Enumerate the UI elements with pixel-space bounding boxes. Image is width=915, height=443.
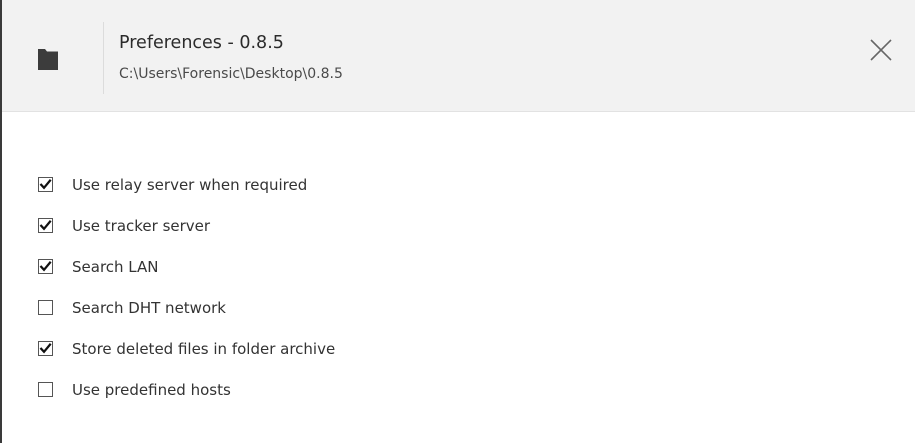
checkmark-icon [39,220,52,231]
option-store-deleted-files[interactable]: Store deleted files in folder archive [38,328,738,369]
checkmark-icon [39,261,52,272]
header-divider [103,22,104,94]
options-list: Use relay server when required Use track… [38,164,738,410]
checkbox[interactable] [38,177,53,192]
checkbox[interactable] [38,341,53,356]
dialog-header: Preferences - 0.8.5 C:\Users\Forensic\De… [2,0,915,112]
option-use-tracker-server[interactable]: Use tracker server [38,205,738,246]
checkbox[interactable] [38,382,53,397]
option-label: Use predefined hosts [72,380,231,399]
folder-icon [38,43,58,71]
option-label: Search LAN [72,257,159,276]
option-label: Use tracker server [72,216,211,235]
checkbox[interactable] [38,259,53,274]
option-label: Use relay server when required [72,175,308,194]
checkmark-icon [39,179,52,190]
checkbox[interactable] [38,300,53,315]
option-search-lan[interactable]: Search LAN [38,246,738,287]
close-button[interactable] [868,37,894,63]
option-use-predefined-hosts[interactable]: Use predefined hosts [38,369,738,410]
option-use-relay-server[interactable]: Use relay server when required [38,164,738,205]
folder-path: C:\Users\Forensic\Desktop\0.8.5 [119,66,343,82]
option-label: Store deleted files in folder archive [72,339,336,358]
option-search-dht-network[interactable]: Search DHT network [38,287,738,328]
preferences-dialog: Preferences - 0.8.5 C:\Users\Forensic\De… [0,0,915,443]
checkmark-icon [39,343,52,354]
checkbox[interactable] [38,218,53,233]
option-label: Search DHT network [72,298,226,317]
close-icon [870,39,892,61]
dialog-title: Preferences - 0.8.5 [119,33,284,53]
